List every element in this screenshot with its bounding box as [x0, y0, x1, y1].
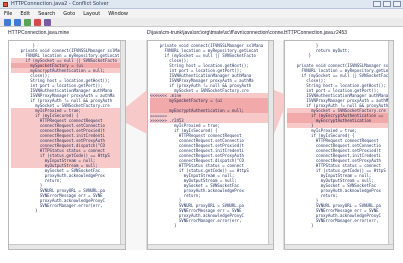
menu-search[interactable]: Search [38, 11, 55, 17]
window-controls [373, 1, 401, 7]
right-connector [274, 90, 284, 134]
app-icon [3, 1, 8, 7]
left-pane-header: HTTPConnection.java.mine [8, 30, 70, 36]
right-pane-header: HTTPConnection.java.r2453 [284, 30, 348, 36]
menu-bar: File Edit Search Goto Layout Window [0, 9, 403, 18]
window-title: HTTPConnection.java2 - Conflict Solver [11, 1, 109, 7]
mid-pane-header: D\java\cm-trunk\java\src\org\tmate\sc\fl… [147, 30, 288, 36]
left-hscroll[interactable] [9, 244, 125, 249]
accept-theirs-button[interactable] [34, 18, 41, 26]
menu-window[interactable]: Window [108, 11, 128, 17]
right-code: } return myOutt; } private void connect(… [285, 41, 393, 228]
menu-goto[interactable]: Goto [63, 11, 75, 17]
code-line: } [150, 223, 177, 228]
right-hscroll[interactable] [285, 244, 393, 249]
menu-layout[interactable]: Layout [83, 11, 100, 17]
right-vscroll[interactable] [388, 41, 393, 249]
right-pane[interactable]: } return myOutt; } private void connect(… [284, 40, 394, 250]
toolbar [0, 18, 403, 27]
mid-vscroll[interactable] [268, 41, 273, 249]
next-conflict-button[interactable] [14, 18, 21, 26]
save-button[interactable] [44, 18, 51, 26]
prev-conflict-button[interactable] [4, 18, 11, 26]
maximize-button[interactable] [383, 1, 391, 7]
mid-hscroll[interactable] [148, 244, 273, 249]
left-pane[interactable]: } private void connect(IFVNSSLManager ss… [8, 40, 126, 250]
merged-pane[interactable]: private void connect(IFVNSSLManager sslM… [147, 40, 274, 250]
accept-mine-button[interactable] [24, 18, 31, 26]
menu-edit[interactable]: Edit [20, 11, 30, 17]
minimize-button[interactable] [373, 1, 381, 7]
left-vscroll[interactable] [120, 41, 125, 249]
code-line: } [11, 208, 38, 213]
code-line: } [287, 223, 314, 228]
menu-file[interactable]: File [4, 11, 12, 17]
close-button[interactable] [393, 1, 401, 7]
title-bar: HTTPConnection.java2 - Conflict Solver [0, 0, 403, 9]
left-connector [126, 90, 147, 134]
merged-code: private void connect(IFVNSSLManager sslM… [148, 41, 273, 228]
left-code: } private void connect(IFVNSSLManager ss… [9, 41, 125, 213]
